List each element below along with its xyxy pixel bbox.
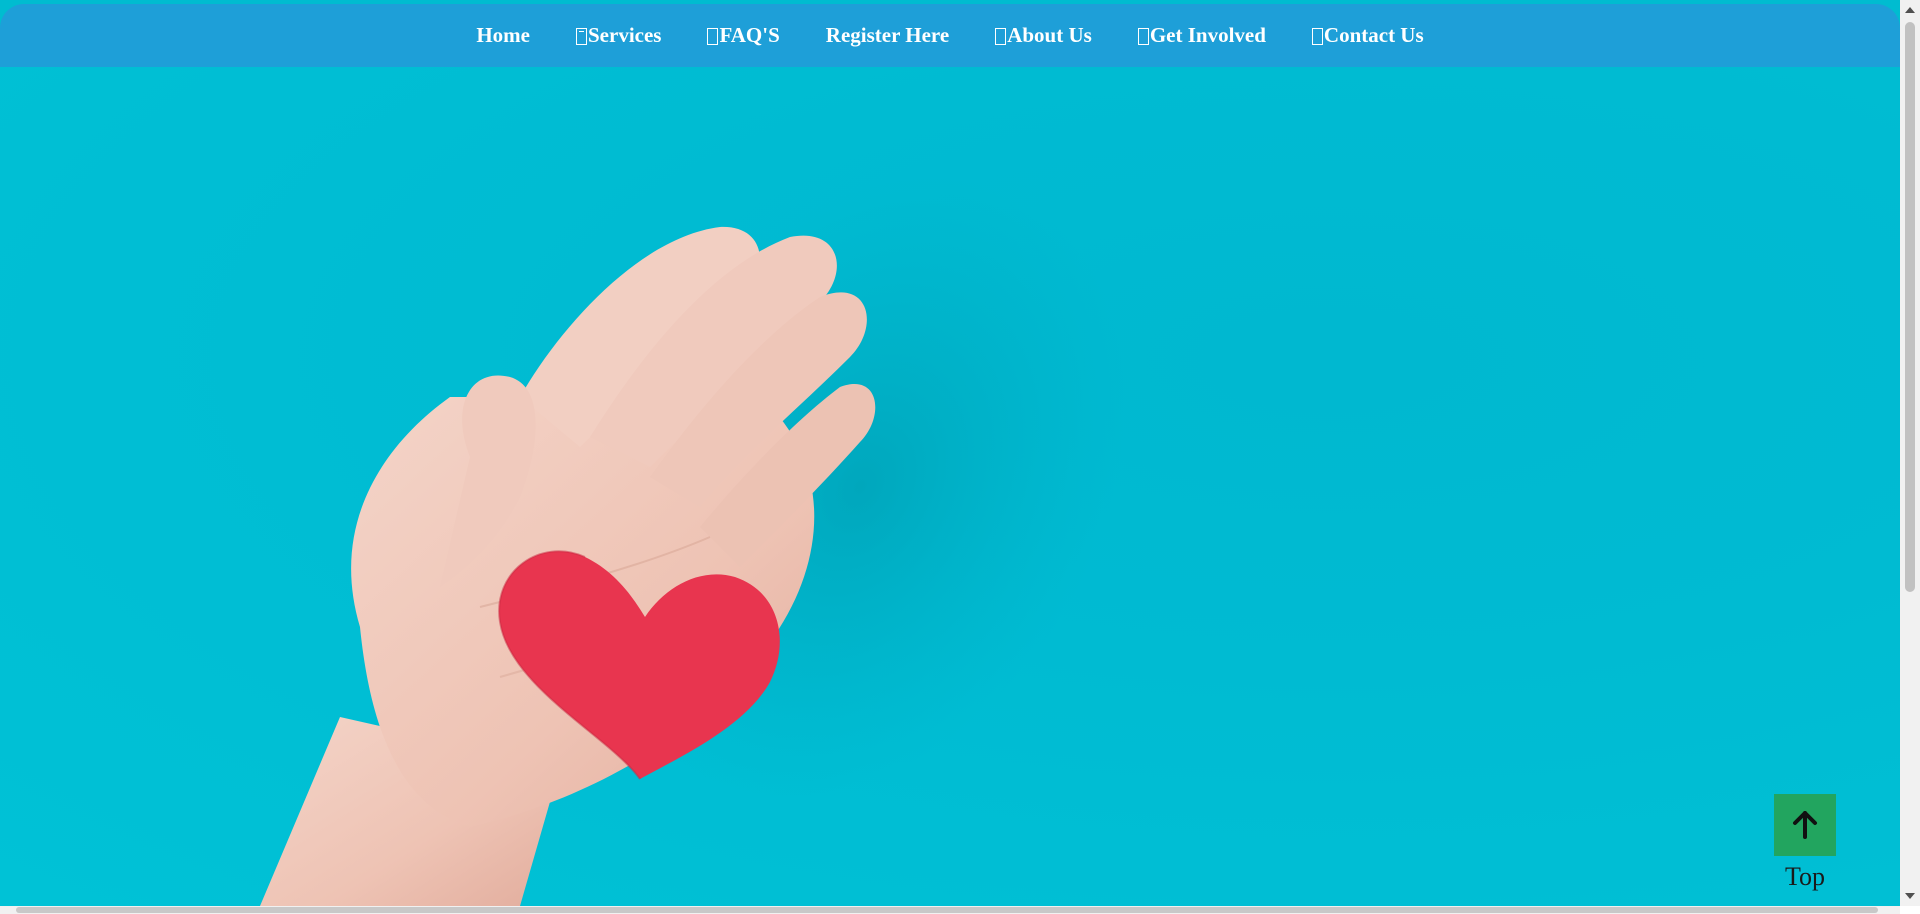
nav-home-label: Home (476, 23, 530, 47)
about-icon (995, 28, 1007, 45)
contact-icon (1311, 28, 1323, 45)
nav-get-involved-label: Get Involved (1149, 23, 1266, 47)
back-to-top-button[interactable] (1774, 794, 1836, 856)
nav-services-label: Services (588, 23, 662, 47)
arrow-up-icon (1793, 811, 1817, 839)
nav-contact-label: Contact Us (1323, 23, 1424, 47)
nav-services[interactable]: Services (576, 23, 661, 48)
scroll-up-arrow-icon[interactable] (1905, 7, 1915, 13)
scroll-down-arrow-icon[interactable] (1905, 893, 1915, 899)
nav-register-label: Register Here (825, 23, 950, 47)
nav-about[interactable]: About Us (995, 23, 1092, 48)
faq-icon (707, 28, 719, 45)
nav-contact[interactable]: Contact Us (1311, 23, 1424, 48)
nav-home[interactable]: Home (476, 23, 530, 48)
main-navbar: Home Services FAQ'S Register Here About … (0, 4, 1900, 67)
services-icon (576, 28, 587, 45)
nav-about-label: About Us (1007, 23, 1092, 47)
hand-holding-heart-image (260, 177, 1126, 906)
horizontal-scroll-thumb[interactable] (16, 907, 1878, 913)
hero-banner (0, 67, 1900, 906)
nav-faq[interactable]: FAQ'S (707, 23, 780, 48)
page-viewport: Home Services FAQ'S Register Here About … (0, 0, 1900, 906)
involved-icon (1137, 28, 1149, 45)
vertical-scrollbar[interactable] (1900, 0, 1920, 906)
nav-register[interactable]: Register Here (826, 23, 949, 48)
back-to-top-label: Top (1784, 862, 1826, 891)
nav-get-involved[interactable]: Get Involved (1137, 23, 1266, 48)
horizontal-scrollbar[interactable] (0, 906, 1900, 914)
nav-faq-label: FAQ'S (719, 23, 780, 47)
vertical-scroll-thumb[interactable] (1905, 22, 1915, 592)
